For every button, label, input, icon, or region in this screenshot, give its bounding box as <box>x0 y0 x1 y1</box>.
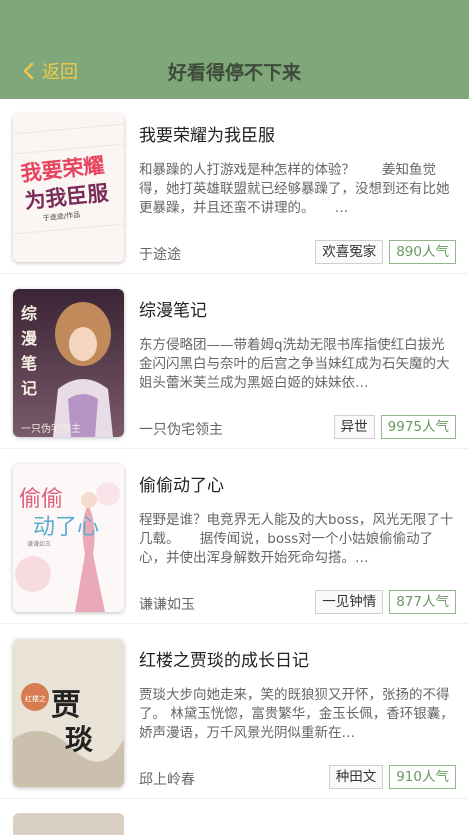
book-tags: 一见钟情 877人气 <box>315 590 456 614</box>
svg-text:漫: 漫 <box>21 329 37 348</box>
book-list-item[interactable]: 综 漫 笔 记 一只伪宅领主 综漫笔记 东方侵略团——带着姆q洗劫无限书库指使红… <box>0 274 469 449</box>
book-description: 程野是谁？电竞界无人能及的大boss，风光无限了十几载。 据传闻说，boss对一… <box>139 512 454 566</box>
top-bar: 返回 好看得停不下来 <box>0 0 469 99</box>
book-cover[interactable]: 偷偷 动了心 谦谦如玉 <box>13 464 124 612</box>
book-title: 红楼之贾琰的成长日记 <box>139 651 309 671</box>
book-cover[interactable]: 红楼之 贾 琰 <box>13 639 124 787</box>
category-tag[interactable]: 一见钟情 <box>315 590 384 614</box>
book-cover[interactable]: 我要荣耀 为我臣服 于途途/作品 <box>13 114 124 262</box>
svg-text:谦谦如玉: 谦谦如玉 <box>27 540 51 548</box>
book-tags: 种田文 910人气 <box>328 765 456 789</box>
category-tag[interactable]: 种田文 <box>328 765 384 789</box>
svg-text:综: 综 <box>21 304 37 323</box>
svg-text:记: 记 <box>21 379 37 398</box>
book-title: 偷偷动了心 <box>139 476 224 496</box>
book-cover[interactable]: 综 漫 笔 记 一只伪宅领主 <box>13 289 124 437</box>
svg-text:偷偷: 偷偷 <box>19 487 63 512</box>
book-author: 谦谦如玉 <box>139 597 195 613</box>
svg-text:笔: 笔 <box>21 354 37 373</box>
category-tag[interactable]: 欢喜冤家 <box>315 240 384 264</box>
book-description: 贾琰大步向她走来，笑的既狼狈又开怀，张扬的不得了。 林黛玉恍惚，富贵繁华，金玉长… <box>139 687 454 741</box>
book-author: 一只伪宅领主 <box>139 422 223 438</box>
book-list-item[interactable]: 红楼之 贾 琰 红楼之贾琰的成长日记 贾琰大步向她走来，笑的既狼狈又开怀，张扬的… <box>0 624 469 799</box>
page-title: 好看得停不下来 <box>167 62 301 84</box>
svg-text:琰: 琰 <box>65 723 93 756</box>
svg-text:动了心: 动了心 <box>33 515 99 540</box>
book-list-item[interactable]: 我要荣耀 为我臣服 于途途/作品 我要荣耀为我臣服 和暴躁的人打游戏是种怎样的体… <box>0 99 469 274</box>
book-tags: 欢喜冤家 890人气 <box>315 240 456 264</box>
book-list: 我要荣耀 为我臣服 于途途/作品 我要荣耀为我臣服 和暴躁的人打游戏是种怎样的体… <box>0 99 469 799</box>
book-author: 于途途 <box>139 247 181 263</box>
book-tags: 异世 9975人气 <box>333 415 456 439</box>
popularity-badge: 9975人气 <box>380 415 456 439</box>
svg-text:一只伪宅领主: 一只伪宅领主 <box>21 422 81 435</box>
book-title: 综漫笔记 <box>139 301 207 321</box>
book-description: 东方侵略团——带着姆q洗劫无限书库指使红白拔光金闪闪黑白与奈叶的后宫之争当妹红成… <box>139 337 450 391</box>
svg-text:贾: 贾 <box>51 688 81 723</box>
popularity-badge: 890人气 <box>389 240 456 264</box>
category-tag[interactable]: 异世 <box>333 415 375 439</box>
book-author: 邱上岭春 <box>139 772 195 788</box>
popularity-badge: 910人气 <box>389 765 456 789</box>
svg-text:红楼之: 红楼之 <box>25 694 46 703</box>
popularity-badge: 877人气 <box>389 590 456 614</box>
book-cover-partial[interactable] <box>13 813 124 835</box>
book-list-item[interactable]: 偷偷 动了心 谦谦如玉 偷偷动了心 程野是谁？电竞界无人能及的大boss，风光无… <box>0 449 469 624</box>
book-description: 和暴躁的人打游戏是种怎样的体验？ 姜知鱼觉得，她打英雄联盟就已经够暴躁了，没想到… <box>139 162 450 216</box>
book-title: 我要荣耀为我臣服 <box>139 126 275 146</box>
